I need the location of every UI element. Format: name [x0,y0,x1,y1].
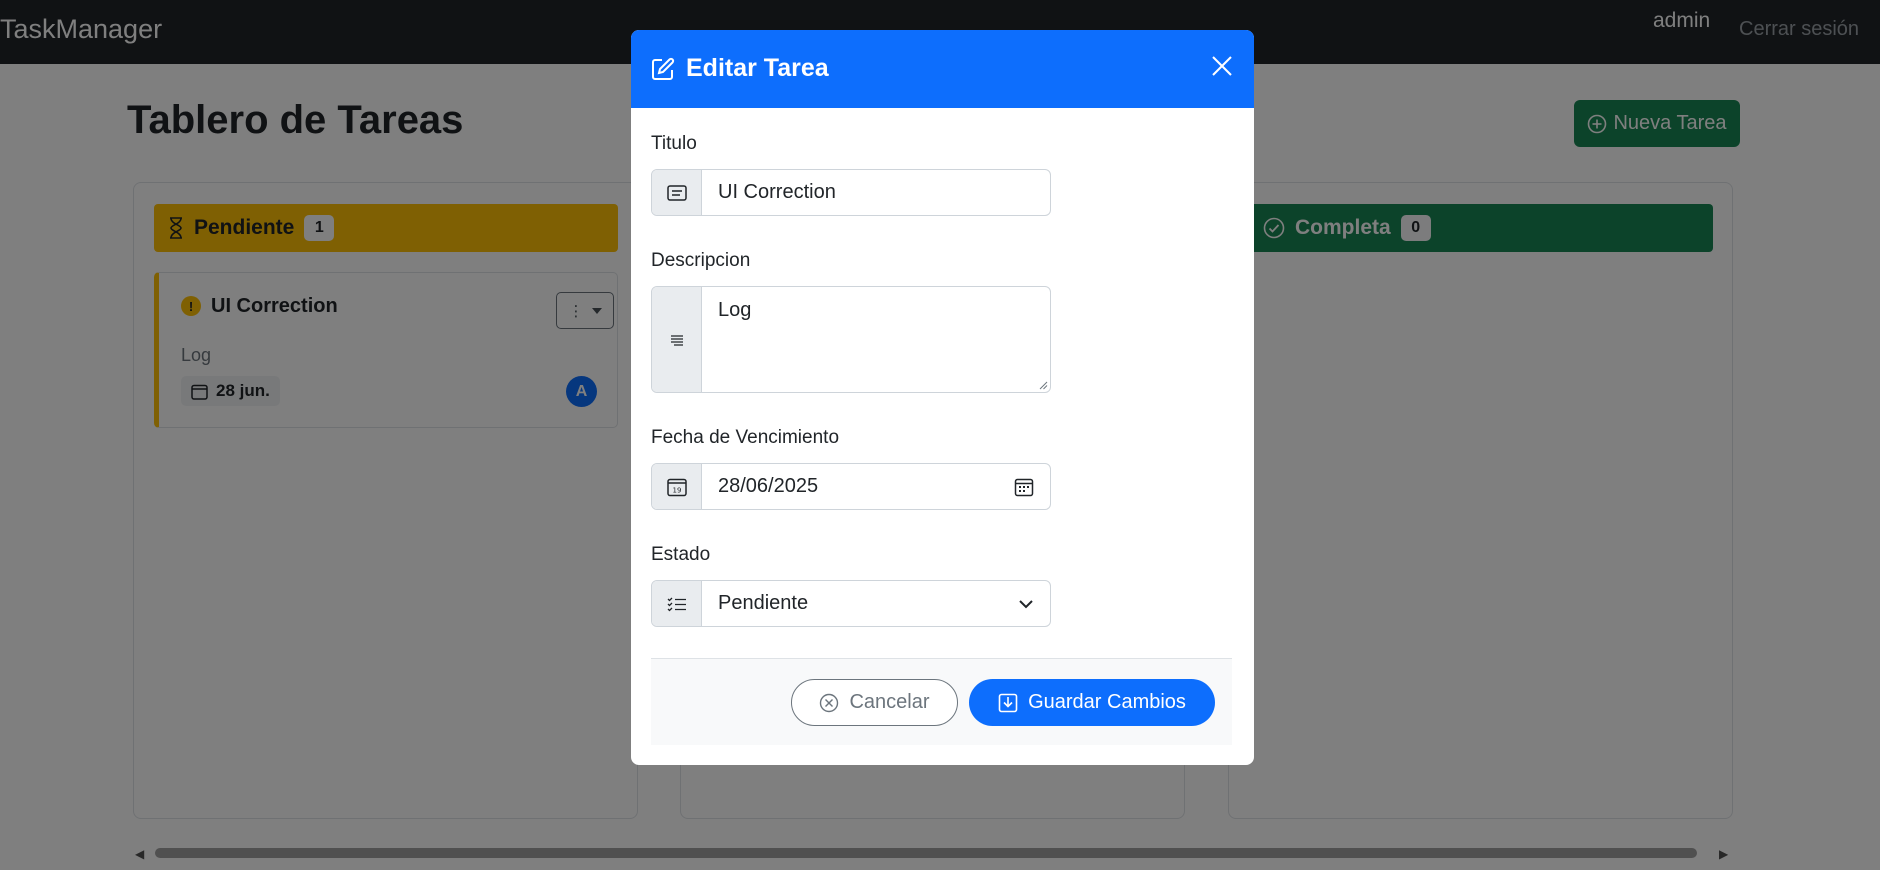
download-save-icon [998,693,1018,712]
status-value: Pendiente [718,592,809,614]
modal-footer: Cancelar Guardar Cambios [651,658,1232,745]
status-input-group: Pendiente [651,580,1051,627]
cancel-button[interactable]: Cancelar [791,679,958,726]
modal-title: Editar Tarea [686,54,829,82]
list-check-icon [652,581,702,626]
save-label: Guardar Cambios [1028,691,1186,713]
date-picker-icon[interactable] [1014,477,1034,497]
save-button[interactable]: Guardar Cambios [969,679,1215,726]
due-date-input-group: 19 28/06/2025 [651,463,1051,510]
status-select[interactable]: Pendiente [702,581,1050,626]
title-label: Titulo [651,133,697,154]
cancel-label: Cancelar [849,691,930,713]
description-value: Log [718,299,752,321]
x-circle-icon [820,693,839,712]
edit-task-modal: Editar Tarea Titulo UI Correction Descri… [631,30,1254,765]
due-date-label: Fecha de Vencimiento [651,427,840,448]
text-paragraph-icon [652,287,702,392]
description-input-group: Log [651,286,1051,393]
edit-icon [652,57,675,80]
calendar-date-icon: 19 [652,464,702,509]
title-input-group: UI Correction [651,169,1051,216]
title-input[interactable]: UI Correction [702,170,1050,215]
close-icon[interactable] [1211,55,1233,77]
due-date-value: 28/06/2025 [718,475,819,497]
status-label: Estado [651,544,711,565]
svg-text:19: 19 [672,486,681,494]
text-card-icon [652,170,702,215]
description-textarea[interactable]: Log [702,287,1050,392]
due-date-input[interactable]: 28/06/2025 [702,464,1050,509]
vertical-scrollbar-gutter [1880,0,1897,870]
resize-handle-icon[interactable] [1038,380,1048,390]
chevron-down-icon [1019,599,1033,608]
modal-header: Editar Tarea [631,30,1254,108]
description-label: Descripcion [651,250,751,271]
